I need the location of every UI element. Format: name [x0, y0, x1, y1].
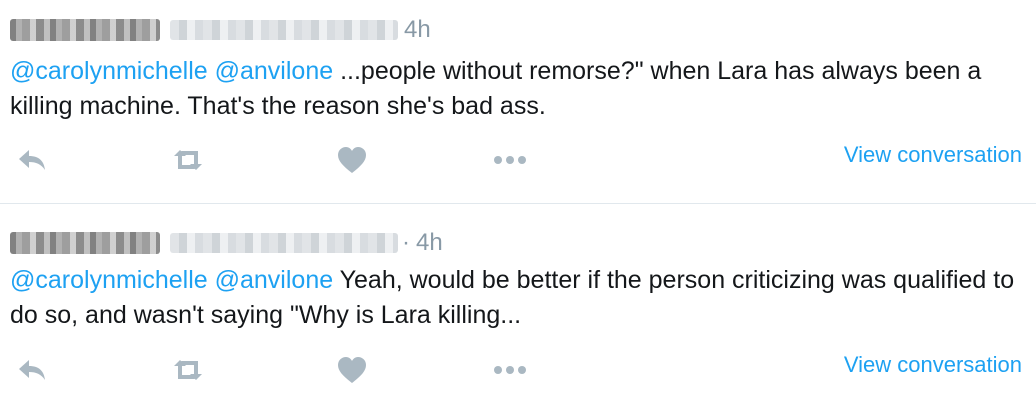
heart-icon[interactable]	[334, 354, 370, 386]
mention-link[interactable]: @anvilone	[215, 266, 334, 294]
blurred-display-name[interactable]	[10, 19, 160, 41]
separator-dot: ·	[402, 229, 410, 256]
more-dots-icon[interactable]	[492, 354, 528, 386]
mention-link[interactable]: @carolynmichelle	[10, 57, 208, 85]
tweet-2[interactable]: · 4h @carolynmichelle @anvilone Yeah, wo…	[0, 203, 1036, 406]
tweet-timestamp[interactable]: 4h	[416, 229, 443, 257]
reply-icon[interactable]	[14, 144, 50, 176]
reply-icon[interactable]	[14, 354, 50, 386]
tweet-actions: View conversation	[0, 140, 1036, 180]
tweet-header: 4h	[10, 12, 431, 48]
mention-link[interactable]: @carolynmichelle	[10, 266, 208, 294]
heart-icon[interactable]	[334, 144, 370, 176]
tweet-header: · 4h	[10, 225, 443, 261]
mention-link[interactable]: @anvilone	[215, 57, 334, 85]
tweet-text: @carolynmichelle @anvilone Yeah, would b…	[10, 263, 1020, 333]
blurred-display-name[interactable]	[10, 232, 160, 254]
retweet-icon[interactable]	[170, 144, 206, 176]
tweet-text: @carolynmichelle @anvilone ...people wit…	[10, 54, 1020, 124]
blurred-username[interactable]	[170, 233, 398, 253]
view-conversation-link[interactable]: View conversation	[844, 142, 1022, 168]
tweet-1[interactable]: 4h @carolynmichelle @anvilone ...people …	[0, 0, 1036, 203]
more-dots-icon[interactable]	[492, 144, 528, 176]
retweet-icon[interactable]	[170, 354, 206, 386]
tweet-timestamp[interactable]: 4h	[404, 16, 431, 44]
view-conversation-link[interactable]: View conversation	[844, 352, 1022, 378]
blurred-username[interactable]	[170, 20, 398, 40]
tweet-actions: View conversation	[0, 350, 1036, 390]
